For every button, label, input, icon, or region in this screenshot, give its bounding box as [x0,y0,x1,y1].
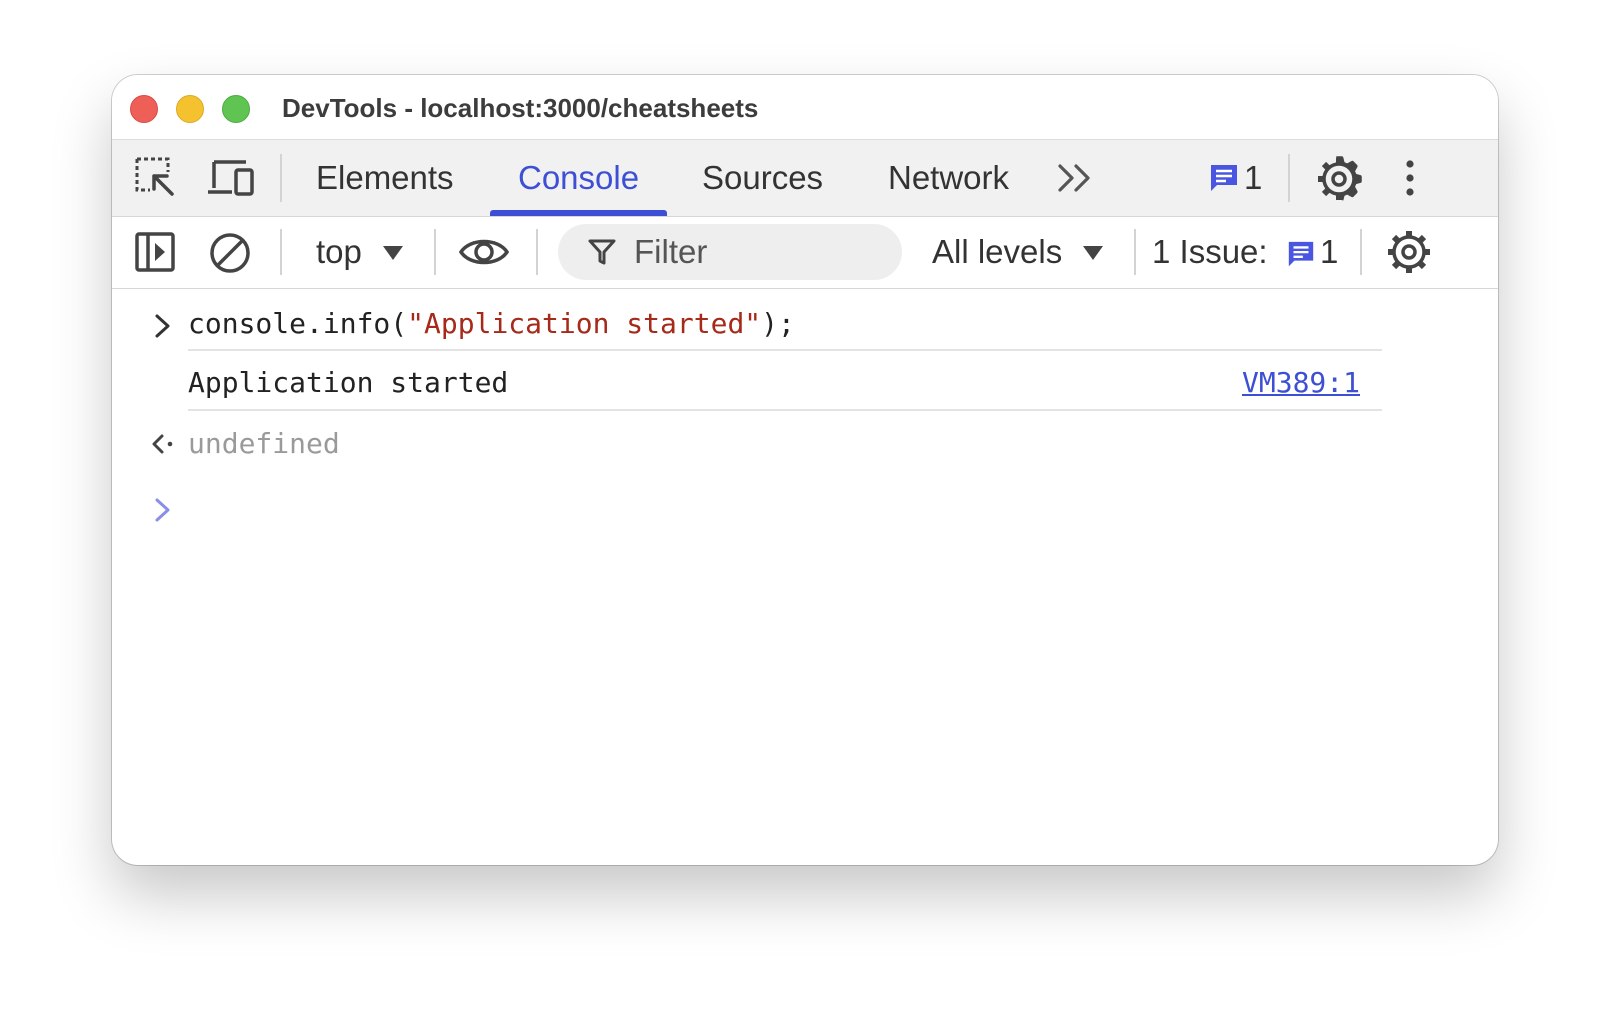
log-levels-dropdown[interactable]: All levels [932,233,1062,271]
devtools-window: DevTools - localhost:3000/cheatsheets El… [112,75,1498,865]
filter-input[interactable]: Filter [558,224,902,280]
filter-icon [588,238,616,266]
divider [434,229,436,275]
message-icon [1286,239,1316,269]
sidebar-icon[interactable] [134,231,176,273]
dropdown-arrow-icon[interactable] [382,245,404,261]
divider [1288,154,1290,202]
tab-elements[interactable]: Elements [316,140,454,216]
return-value: undefined [188,427,340,460]
minimize-window-button[interactable] [176,95,204,123]
code-call: console.info( [188,307,408,340]
kebab-menu-icon[interactable] [1402,158,1418,198]
settings-icon[interactable] [1386,229,1432,275]
prompt-chevron-icon[interactable] [154,497,172,523]
log-levels-label: All levels [932,233,1063,270]
inspect-element-icon[interactable] [134,156,178,200]
context-selector[interactable]: top [316,233,362,271]
filter-placeholder: Filter [634,233,708,270]
settings-icon[interactable] [1316,156,1362,202]
messages-count[interactable]: 1 [1244,140,1262,216]
console-input-entry[interactable]: console.info("Application started"); [188,307,795,340]
return-arrow-icon [150,431,176,457]
issues-button[interactable]: 1 Issue: [1152,233,1268,271]
code-string: "Application started" [407,307,762,340]
console-output[interactable]: console.info("Application started"); App… [112,289,1498,865]
tab-network[interactable]: Network [888,140,1009,216]
row-divider [188,349,1382,351]
more-tabs-icon[interactable] [1056,162,1096,194]
code-end: ); [761,307,795,340]
source-link[interactable]: VM389:1 [1242,366,1360,399]
dropdown-arrow-icon[interactable] [1082,245,1104,261]
title-bar: DevTools - localhost:3000/cheatsheets [112,75,1498,139]
divider [280,154,282,202]
issues-label: 1 Issue: [1152,233,1268,270]
device-toolbar-icon[interactable] [206,158,256,198]
context-label: top [316,233,362,270]
close-window-button[interactable] [130,95,158,123]
divider [1360,229,1362,275]
divider [536,229,538,275]
row-divider [188,409,1382,411]
tab-console-label: Console [518,159,640,196]
message-icon[interactable] [1208,162,1240,194]
zoom-window-button[interactable] [222,95,250,123]
tab-sources[interactable]: Sources [702,140,823,216]
divider [1134,229,1136,275]
divider [280,229,282,275]
tab-console[interactable]: Console [490,140,668,216]
issues-count[interactable]: 1 [1320,233,1338,271]
eye-icon[interactable] [458,233,510,271]
main-tab-bar: Elements Console Sources Network 1 [112,139,1498,217]
input-chevron-icon [154,313,172,339]
clear-console-icon[interactable] [208,231,252,275]
console-log-message: Application started [188,366,509,399]
console-toolbar: top Filter All levels 1 Issue: 1 [112,217,1498,289]
window-title: DevTools - localhost:3000/cheatsheets [282,93,759,123]
active-tab-indicator [490,210,668,216]
